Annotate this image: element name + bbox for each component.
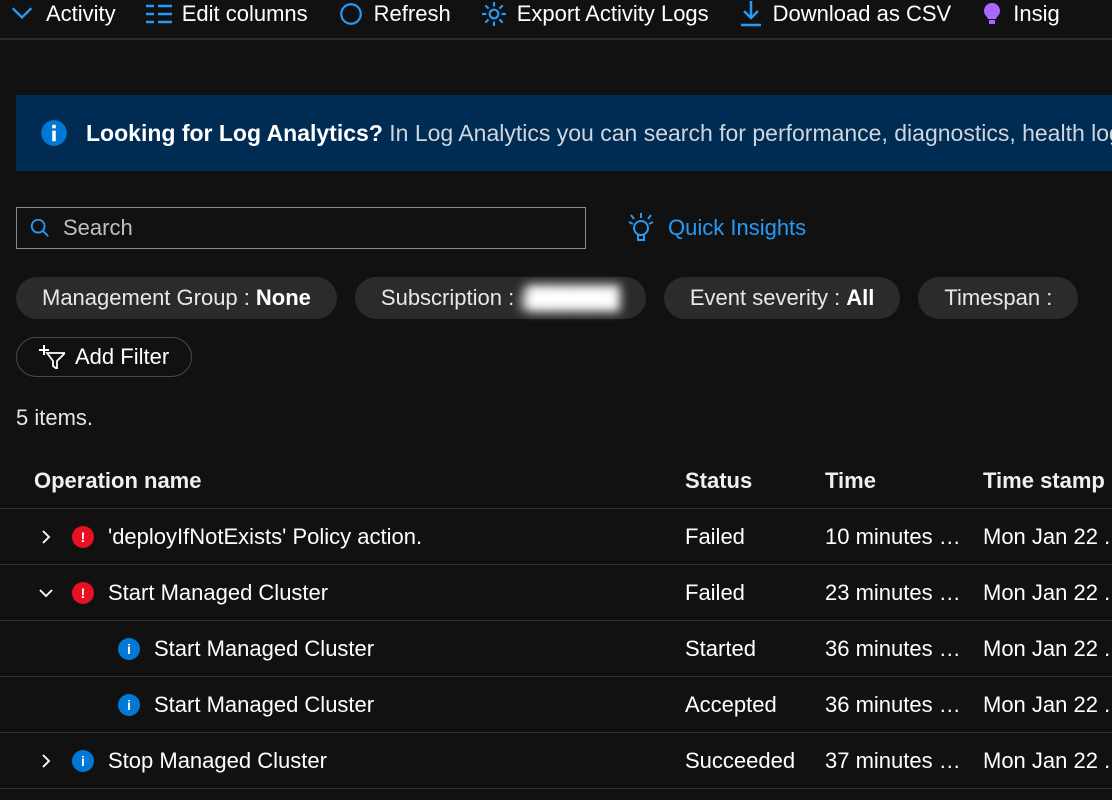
filter-timespan[interactable]: Timespan : (918, 277, 1078, 319)
col-header-status[interactable]: Status (685, 468, 825, 494)
search-input-wrapper[interactable] (16, 207, 586, 249)
cell-time: 36 minutes … (825, 636, 983, 662)
gear-icon (481, 1, 507, 27)
info-icon: i (118, 638, 140, 660)
add-filter-icon (39, 345, 65, 369)
search-icon (29, 217, 51, 239)
refresh-icon (338, 1, 364, 27)
chevron-down-icon (8, 0, 36, 28)
cell-status: Succeeded (685, 748, 825, 774)
cell-operation: i Stop Managed Cluster (0, 748, 685, 774)
cell-time: 10 minutes … (825, 524, 983, 550)
cell-operation: ! 'deployIfNotExists' Policy action. (0, 524, 685, 550)
operation-name: Start Managed Cluster (154, 636, 374, 662)
table-row[interactable]: i Start Managed Cluster Accepted 36 minu… (0, 677, 1112, 733)
error-icon: ! (72, 526, 94, 548)
quick-insights-label: Quick Insights (668, 215, 806, 241)
banner-subtitle: In Log Analytics you can search for perf… (389, 120, 1112, 146)
refresh-label: Refresh (374, 1, 451, 27)
table-row[interactable]: i Start Managed Cluster Started 36 minut… (0, 621, 1112, 677)
filter-subscription[interactable]: Subscription : j██████ (355, 277, 646, 319)
cell-status: Failed (685, 524, 825, 550)
export-button[interactable]: Export Activity Logs (481, 1, 709, 27)
activity-table: Operation name Status Time Time stamp ! … (0, 453, 1112, 789)
cell-timestamp: Mon Jan 22 . (983, 748, 1112, 774)
cell-timestamp: Mon Jan 22 . (983, 524, 1112, 550)
operation-name: Start Managed Cluster (108, 580, 328, 606)
table-header: Operation name Status Time Time stamp (0, 453, 1112, 509)
cell-status: Accepted (685, 692, 825, 718)
expand-toggle[interactable] (34, 584, 58, 602)
info-icon: i (118, 694, 140, 716)
cell-status: Failed (685, 580, 825, 606)
col-header-operation[interactable]: Operation name (0, 468, 685, 494)
expand-toggle[interactable] (34, 752, 58, 770)
add-filter-button[interactable]: Add Filter (16, 337, 192, 377)
error-icon: ! (72, 582, 94, 604)
filter-event-severity[interactable]: Event severity : All (664, 277, 901, 319)
info-icon (40, 119, 68, 147)
cell-time: 37 minutes … (825, 748, 983, 774)
lightbulb-icon (981, 1, 1003, 27)
activity-label: Activity (46, 1, 116, 27)
download-label: Download as CSV (773, 1, 952, 27)
activity-dropdown[interactable]: Activity (8, 0, 116, 28)
cell-status: Started (685, 636, 825, 662)
table-row[interactable]: ! 'deployIfNotExists' Policy action. Fai… (0, 509, 1112, 565)
insights-label: Insig (1013, 1, 1059, 27)
cell-timestamp: Mon Jan 22 . (983, 692, 1112, 718)
search-row: Quick Insights (16, 207, 1112, 249)
log-analytics-banner[interactable]: Looking for Log Analytics? In Log Analyt… (16, 95, 1112, 171)
cell-operation: i Start Managed Cluster (0, 636, 685, 662)
quick-insights-link[interactable]: Quick Insights (626, 213, 806, 243)
search-input[interactable] (63, 215, 573, 241)
operation-name: 'deployIfNotExists' Policy action. (108, 524, 422, 550)
cell-timestamp: Mon Jan 22 . (983, 580, 1112, 606)
insights-button[interactable]: Insig (981, 1, 1059, 27)
add-filter-label: Add Filter (75, 344, 169, 370)
filter-pills: Management Group : None Subscription : j… (16, 277, 1112, 319)
filter-management-group[interactable]: Management Group : None (16, 277, 337, 319)
table-row[interactable]: i Stop Managed Cluster Succeeded 37 minu… (0, 733, 1112, 789)
cell-time: 36 minutes … (825, 692, 983, 718)
lightbulb-outline-icon (626, 213, 656, 243)
operation-name: Start Managed Cluster (154, 692, 374, 718)
col-header-timestamp[interactable]: Time stamp (983, 468, 1112, 494)
columns-icon (146, 3, 172, 25)
cell-operation: ! Start Managed Cluster (0, 580, 685, 606)
info-icon: i (72, 750, 94, 772)
expand-toggle[interactable] (34, 528, 58, 546)
refresh-button[interactable]: Refresh (338, 1, 451, 27)
export-label: Export Activity Logs (517, 1, 709, 27)
cell-time: 23 minutes … (825, 580, 983, 606)
edit-columns-button[interactable]: Edit columns (146, 1, 308, 27)
download-csv-button[interactable]: Download as CSV (739, 1, 952, 27)
banner-title: Looking for Log Analytics? (86, 120, 383, 146)
operation-name: Stop Managed Cluster (108, 748, 327, 774)
cell-timestamp: Mon Jan 22 . (983, 636, 1112, 662)
col-header-time[interactable]: Time (825, 468, 983, 494)
download-icon (739, 1, 763, 27)
table-row[interactable]: ! Start Managed Cluster Failed 23 minute… (0, 565, 1112, 621)
edit-columns-label: Edit columns (182, 1, 308, 27)
item-count: 5 items. (16, 405, 1112, 431)
toolbar: Activity Edit columns Refresh (0, 0, 1112, 40)
cell-operation: i Start Managed Cluster (0, 692, 685, 718)
